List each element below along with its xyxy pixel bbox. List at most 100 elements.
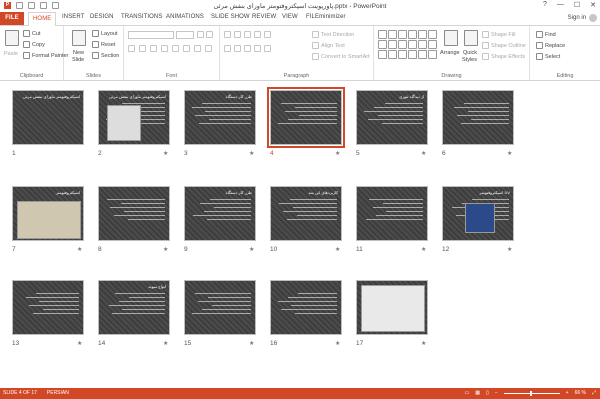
copy-button[interactable]: Copy: [23, 41, 45, 48]
font-name-combo[interactable]: [128, 31, 174, 39]
transition-star-icon[interactable]: ★: [163, 150, 168, 157]
new-slide-label[interactable]: New: [73, 50, 84, 56]
slide-thumbnail[interactable]: [184, 280, 256, 335]
tab-home[interactable]: HOME: [28, 12, 57, 26]
transition-star-icon[interactable]: ★: [421, 340, 426, 347]
avatar[interactable]: [589, 14, 597, 22]
transition-star-icon[interactable]: ★: [249, 246, 254, 253]
tab-insert[interactable]: INSERT: [62, 14, 85, 20]
slide-thumbnail[interactable]: طرز کار دستگاه: [184, 90, 256, 145]
new-slide-icon[interactable]: [72, 30, 86, 46]
shape-fill-button[interactable]: Shape Fill: [482, 31, 515, 38]
zoom-level[interactable]: 66 %: [575, 390, 586, 396]
zoom-slider-knob[interactable]: [529, 390, 532, 396]
quick-styles-icon[interactable]: [464, 30, 478, 46]
minimize-button[interactable]: —: [557, 1, 564, 9]
align-center-icon[interactable]: [234, 45, 241, 52]
convert-smartart-button[interactable]: Convert to SmartArt: [312, 53, 370, 60]
line-spacing-icon[interactable]: [264, 31, 271, 38]
language-indicator[interactable]: PERSIAN: [47, 390, 69, 396]
bold-icon[interactable]: [128, 45, 135, 52]
tab-transitions[interactable]: TRANSITIONS: [121, 14, 162, 20]
italic-icon[interactable]: [139, 45, 146, 52]
tab-file[interactable]: FILE: [0, 12, 24, 25]
underline-icon[interactable]: [150, 45, 157, 52]
arrange-icon[interactable]: [444, 30, 458, 46]
quick-styles-label[interactable]: Quick: [463, 50, 477, 56]
slide-thumbnail[interactable]: کاربردهای این متد: [270, 186, 342, 241]
strikethrough-icon[interactable]: [172, 45, 179, 52]
bullets-icon[interactable]: [224, 31, 231, 38]
numbering-icon[interactable]: [234, 31, 241, 38]
find-button[interactable]: Find: [536, 31, 556, 38]
transition-star-icon[interactable]: ★: [421, 150, 426, 157]
transition-star-icon[interactable]: ★: [163, 340, 168, 347]
slide-thumbnail[interactable]: [270, 280, 342, 335]
new-slide-label-2[interactable]: Slide: [72, 57, 84, 63]
shape-outline-button[interactable]: Shape Outline: [482, 42, 526, 49]
slide-thumbnail[interactable]: [356, 186, 428, 241]
maximize-button[interactable]: ☐: [574, 1, 580, 9]
transition-star-icon[interactable]: ★: [163, 246, 168, 253]
tab-view[interactable]: VIEW: [282, 14, 298, 20]
cut-button[interactable]: Cut: [23, 30, 41, 37]
zoom-in-icon[interactable]: +: [566, 390, 569, 396]
columns-icon[interactable]: [264, 45, 271, 52]
reading-view-icon[interactable]: ▯: [486, 390, 489, 396]
transition-star-icon[interactable]: ★: [335, 150, 340, 157]
slide-thumbnail[interactable]: اسپکتروفتومتر: [12, 186, 84, 241]
slide-thumbnail[interactable]: اسپکتروفتومتر ماورای بنفش مرئی: [98, 90, 170, 145]
transition-star-icon[interactable]: ★: [77, 340, 82, 347]
close-button[interactable]: ✕: [590, 1, 596, 9]
transition-star-icon[interactable]: ★: [249, 340, 254, 347]
format-painter-button[interactable]: Format Painter: [23, 52, 68, 59]
layout-button[interactable]: Layout: [92, 30, 118, 37]
increase-indent-icon[interactable]: [254, 31, 261, 38]
fit-slide-icon[interactable]: ⤢: [592, 390, 596, 396]
shadow-icon[interactable]: [161, 45, 168, 52]
slide-thumbnail[interactable]: [98, 186, 170, 241]
slide-thumbnail[interactable]: اسپکتروفتومتر UV: [442, 186, 514, 241]
slide-thumbnail[interactable]: [12, 280, 84, 335]
slide-thumbnail[interactable]: از دیدگاه تئوری: [356, 90, 428, 145]
slide-thumbnail[interactable]: طرز کار دستگاه: [184, 186, 256, 241]
tab-fileminimizer[interactable]: FILEminimizer: [306, 14, 346, 20]
slide-thumbnail[interactable]: انواع نمونه: [98, 280, 170, 335]
tab-review[interactable]: REVIEW: [252, 14, 276, 20]
grow-font-icon[interactable]: [197, 31, 213, 38]
transition-star-icon[interactable]: ★: [77, 246, 82, 253]
align-right-icon[interactable]: [244, 45, 251, 52]
case-icon[interactable]: [194, 45, 201, 52]
shape-effects-button[interactable]: Shape Effects: [482, 53, 525, 60]
transition-star-icon[interactable]: ★: [249, 150, 254, 157]
select-button[interactable]: Select: [536, 53, 560, 60]
slide-thumbnail[interactable]: [356, 280, 428, 335]
text-direction-button[interactable]: Text Direction: [312, 31, 354, 38]
decrease-indent-icon[interactable]: [244, 31, 251, 38]
shapes-gallery[interactable]: [378, 30, 438, 64]
normal-view-icon[interactable]: ▭: [465, 390, 470, 396]
tab-slide-show[interactable]: SLIDE SHOW: [211, 14, 250, 20]
section-button[interactable]: Section: [92, 52, 119, 59]
zoom-slider[interactable]: [503, 390, 560, 396]
paste-button[interactable]: Paste: [4, 51, 18, 57]
transition-star-icon[interactable]: ★: [335, 340, 340, 347]
quick-styles-label-2[interactable]: Styles: [462, 57, 477, 63]
zoom-out-icon[interactable]: −: [495, 390, 498, 396]
slide-thumbnail[interactable]: [442, 90, 514, 145]
sign-in-link[interactable]: Sign in: [568, 15, 586, 21]
tab-design[interactable]: DESIGN: [90, 14, 114, 20]
transition-star-icon[interactable]: ★: [335, 246, 340, 253]
align-text-button[interactable]: Align Text: [312, 42, 345, 49]
align-left-icon[interactable]: [224, 45, 231, 52]
font-color-icon[interactable]: [205, 45, 212, 52]
transition-star-icon[interactable]: ★: [507, 150, 512, 157]
sorter-view-icon[interactable]: ▦: [475, 390, 480, 396]
replace-button[interactable]: Replace: [536, 42, 565, 49]
justify-icon[interactable]: [254, 45, 261, 52]
spacing-icon[interactable]: [183, 45, 190, 52]
paste-icon[interactable]: [5, 30, 19, 46]
help-button[interactable]: ?: [543, 1, 547, 9]
transition-star-icon[interactable]: ★: [507, 246, 512, 253]
reset-button[interactable]: Reset: [92, 41, 115, 48]
